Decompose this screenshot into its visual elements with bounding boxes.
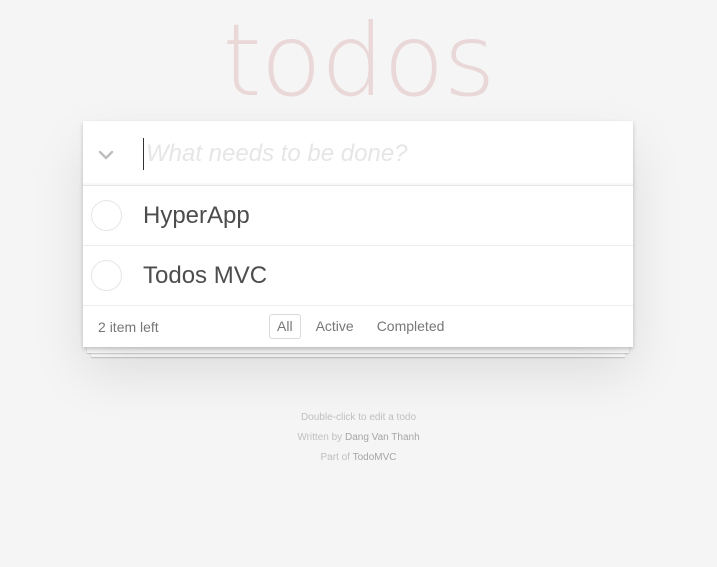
filters: All Active Completed bbox=[269, 314, 459, 339]
filter-all[interactable]: All bbox=[269, 314, 301, 339]
info-part-of: Part of bbox=[320, 452, 350, 463]
filter-active[interactable]: Active bbox=[308, 314, 362, 339]
todo-footer: 2 item left All Active Completed bbox=[83, 306, 633, 347]
toggle-all-button[interactable] bbox=[95, 139, 117, 169]
author-link[interactable]: Dang Van Thanh bbox=[345, 432, 420, 443]
todo-item[interactable]: Todos MVC bbox=[83, 246, 633, 306]
todo-item[interactable]: HyperApp bbox=[83, 186, 633, 246]
todo-app-card: HyperApp Todos MVC 2 item left All Activ… bbox=[83, 121, 633, 347]
new-todo-header bbox=[83, 121, 633, 186]
new-todo-input[interactable] bbox=[143, 138, 613, 170]
todo-label[interactable]: HyperApp bbox=[143, 200, 250, 232]
todo-count-suffix: item left bbox=[109, 319, 159, 335]
filter-completed[interactable]: Completed bbox=[369, 314, 453, 339]
todo-list: HyperApp Todos MVC bbox=[83, 186, 633, 306]
app-title: todos bbox=[222, 2, 495, 119]
info-part-of-line: Part of TodoMVC bbox=[0, 452, 717, 464]
info-author-line: Written by Dang Van Thanh bbox=[0, 432, 717, 444]
todomvc-link[interactable]: TodoMVC bbox=[353, 452, 397, 463]
info-edit-hint: Double-click to edit a todo bbox=[300, 412, 417, 423]
info-written-by: Written by bbox=[297, 432, 343, 443]
todo-complete-checkbox[interactable] bbox=[91, 260, 122, 291]
todo-count: 2 item left bbox=[98, 319, 159, 335]
todo-label[interactable]: Todos MVC bbox=[143, 260, 267, 292]
todo-count-number: 2 bbox=[98, 319, 106, 335]
chevron-down-icon bbox=[98, 150, 114, 160]
todo-complete-checkbox[interactable] bbox=[91, 200, 122, 231]
